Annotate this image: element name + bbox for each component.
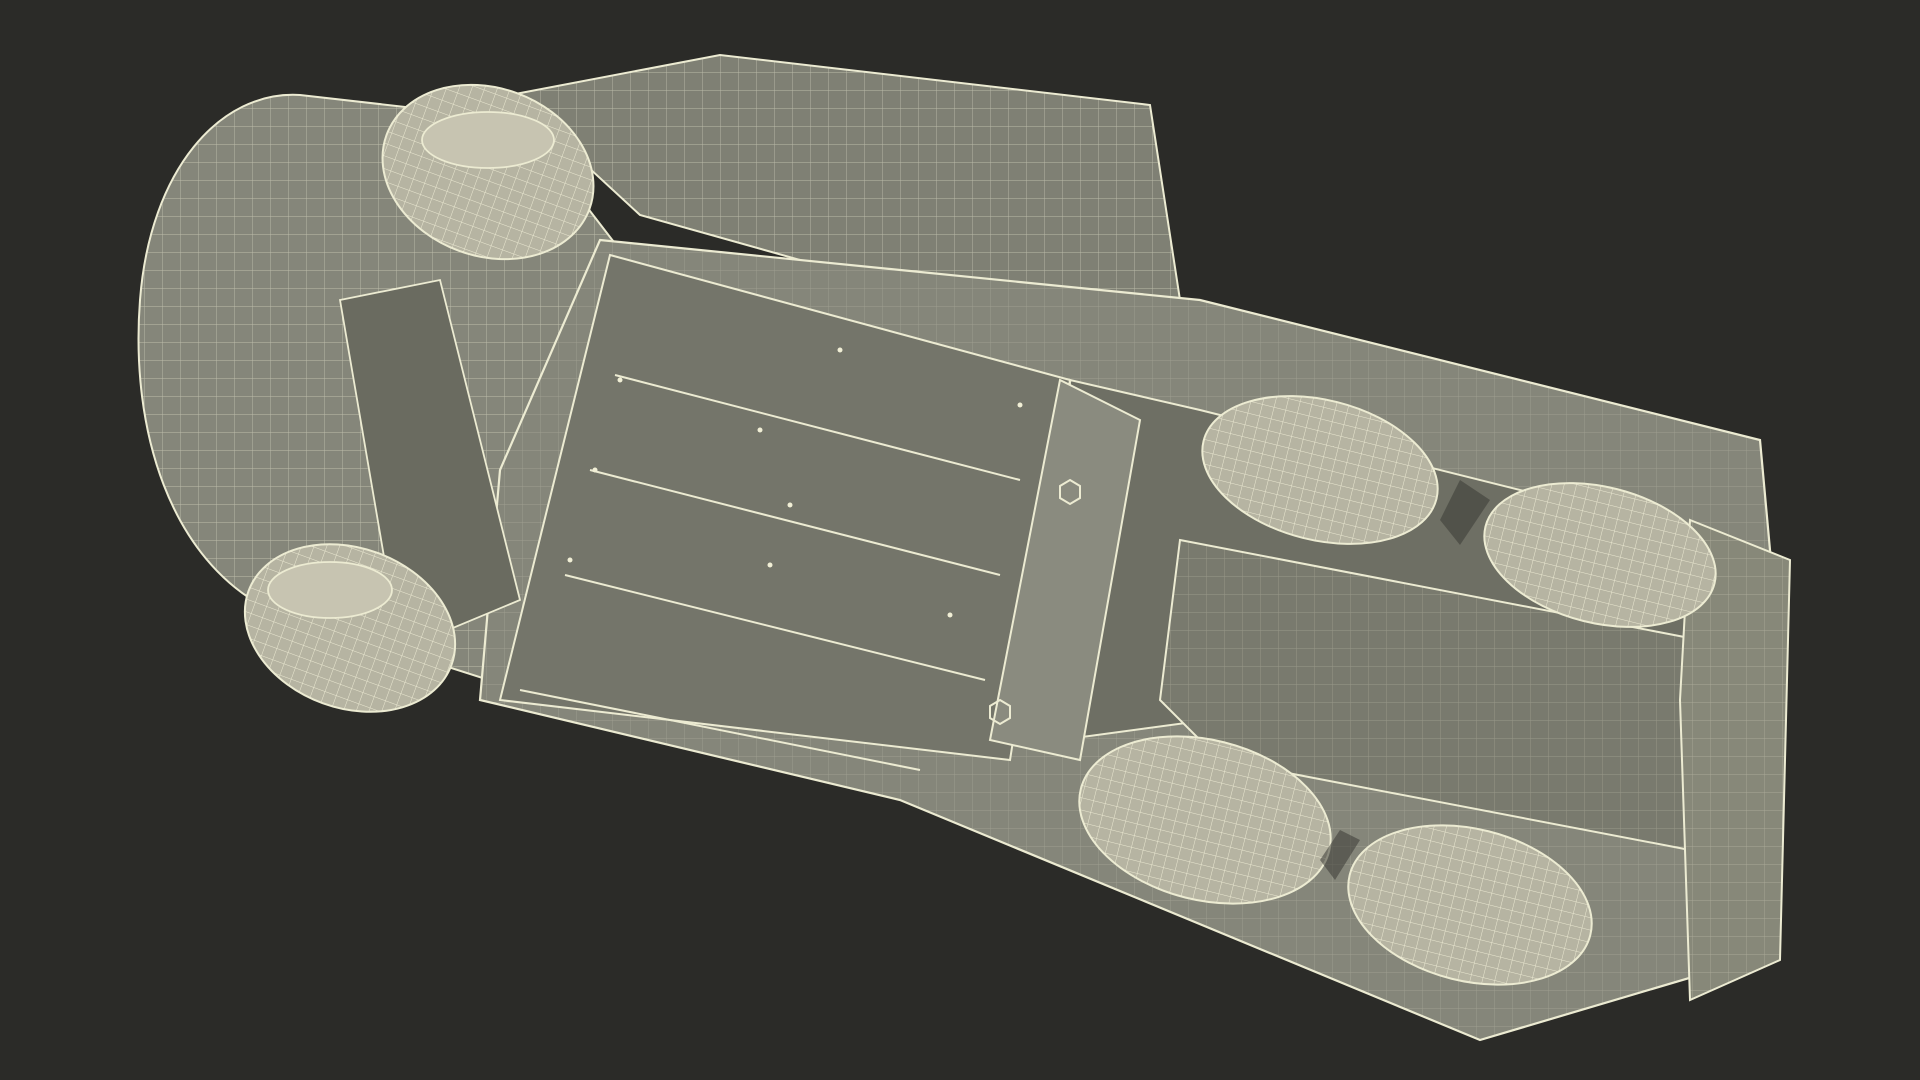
wireframe-render — [0, 0, 1920, 1080]
viewport — [0, 0, 1920, 1080]
